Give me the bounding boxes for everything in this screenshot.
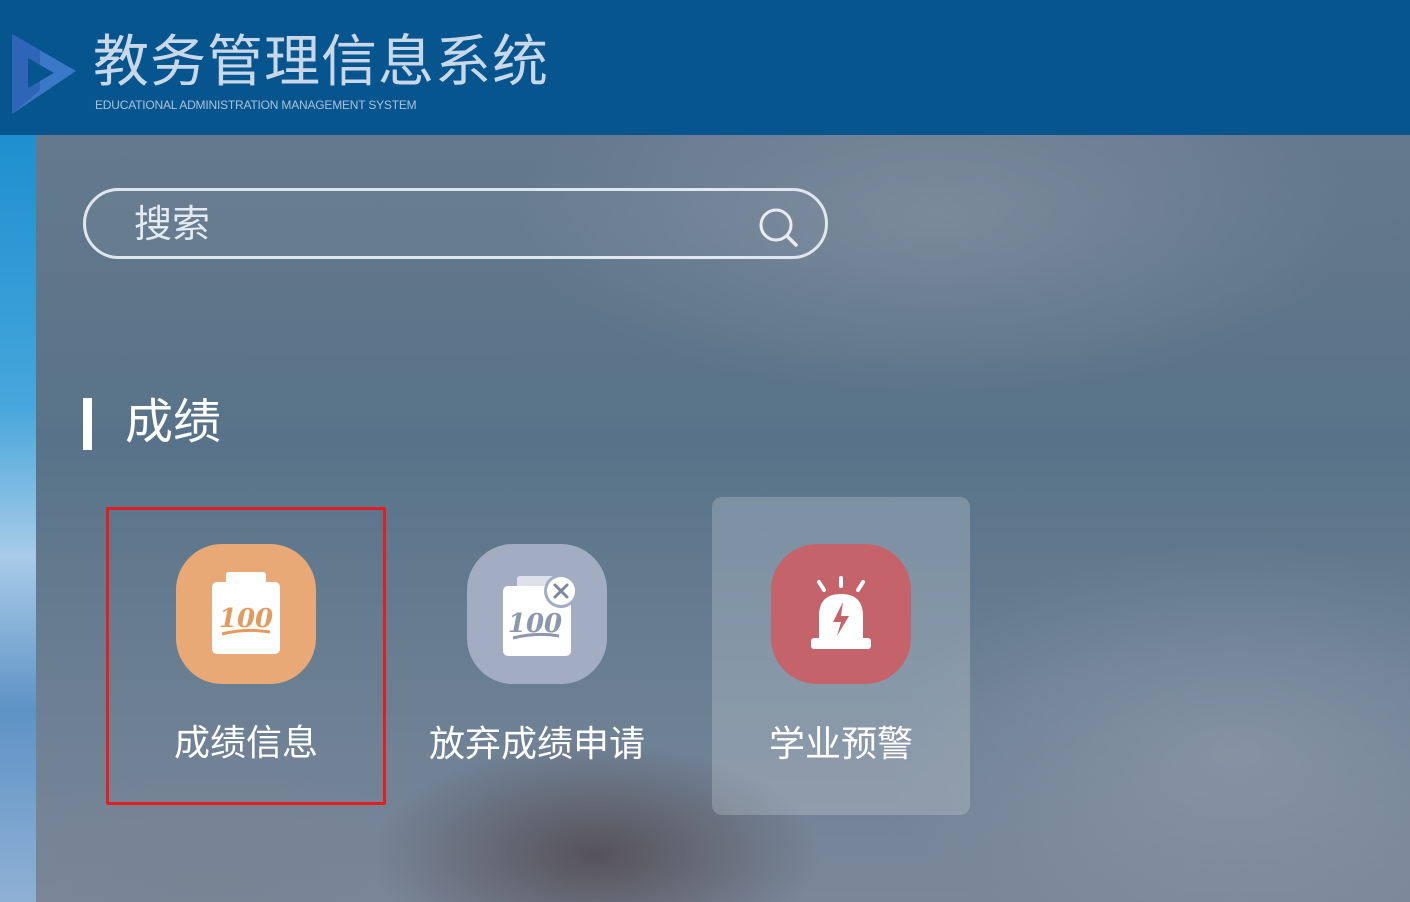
tile-academic-warning[interactable]: 学业预警	[712, 497, 970, 815]
tile-score-info[interactable]: 100 成绩信息	[106, 507, 386, 805]
search-icon[interactable]	[757, 206, 801, 250]
play-logo-icon[interactable]	[2, 28, 80, 118]
alarm-siren-icon	[771, 544, 911, 684]
search-input[interactable]	[132, 201, 736, 249]
app-title: 教务管理信息系统	[93, 30, 549, 95]
tile-label: 放弃成绩申请	[428, 724, 645, 765]
section-accent-bar	[83, 398, 92, 450]
score-clipboard-icon: 100	[176, 544, 316, 684]
score-clipboard-cancel-icon: 100	[467, 544, 607, 684]
search-box[interactable]	[83, 188, 828, 259]
left-edge-background	[0, 135, 36, 902]
tile-label: 成绩信息	[173, 723, 318, 764]
top-header: 教务管理信息系统 EDUCATIONAL ADMINISTRATION MANA…	[0, 0, 1410, 135]
app-subtitle: EDUCATIONAL ADMINISTRATION MANAGEMENT SY…	[95, 98, 417, 112]
tile-abandon-score-request[interactable]: 100 放弃成绩申请	[408, 497, 666, 815]
tile-label: 学业预警	[768, 724, 913, 765]
section-title: 成绩	[125, 394, 222, 450]
